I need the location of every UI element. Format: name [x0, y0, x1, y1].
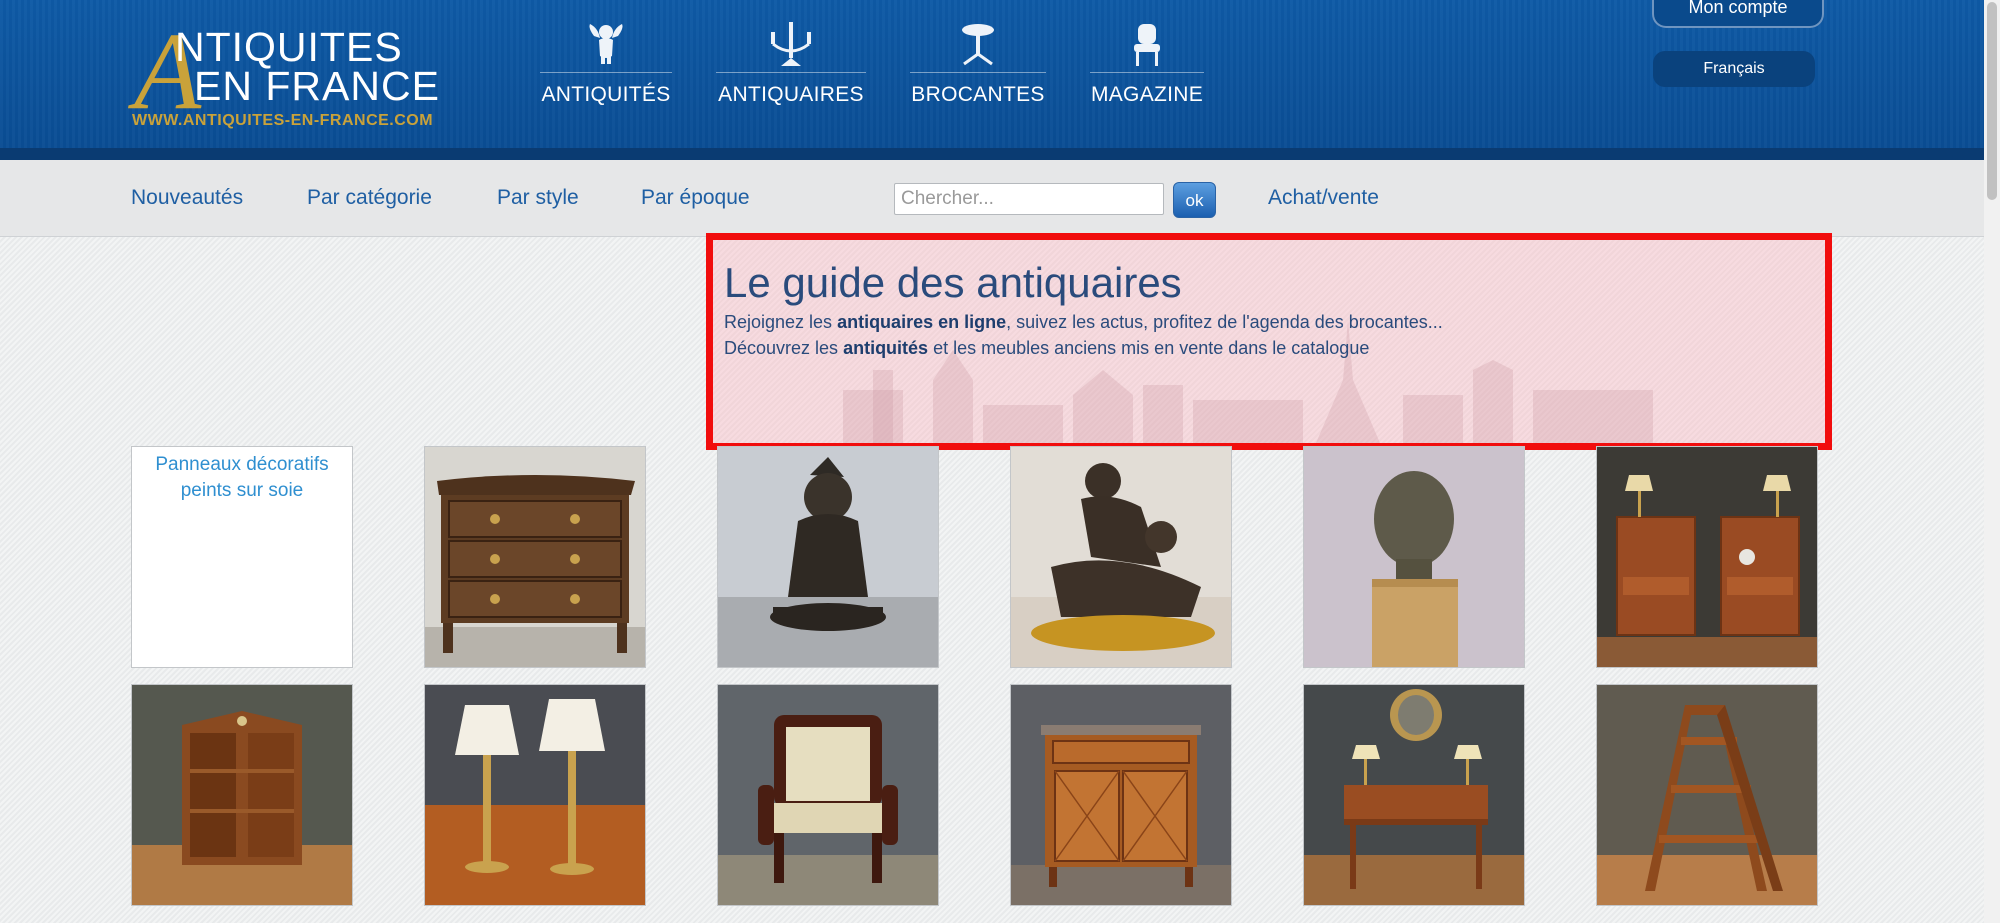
table-lamps-image: [425, 685, 645, 905]
guide-line-2-end: et les meubles anciens mis en vente dans…: [928, 338, 1370, 358]
nav-label: ANTIQUAIRES: [718, 83, 864, 106]
product-card[interactable]: [1303, 684, 1525, 906]
nav-label: ANTIQUITÉS: [541, 83, 671, 106]
logo-line-2: EN FRANCE: [194, 63, 440, 109]
link-antiquaires-en-ligne[interactable]: antiquaires en ligne: [837, 312, 1006, 332]
guide-line-1-end: , suivez les actus, profitez de l'agenda…: [1006, 312, 1443, 332]
cherub-icon: [589, 24, 623, 64]
site-logo[interactable]: A NTIQUITES EN FRANCE WWW.ANTIQUITES-EN-…: [130, 16, 450, 134]
secondary-nav: Nouveautés Par catégorie Par style Par é…: [0, 160, 1984, 237]
nav-divider: [716, 72, 866, 73]
link-par-categorie[interactable]: Par catégorie: [307, 186, 432, 210]
armchair-icon: [1134, 24, 1160, 66]
nav-divider: [910, 72, 1046, 73]
link-achat-vente[interactable]: Achat/vente: [1268, 186, 1379, 210]
nav-label: MAGAZINE: [1090, 83, 1204, 106]
nav-divider: [1090, 72, 1204, 73]
bronze-figure-image: [718, 447, 938, 667]
link-par-epoque[interactable]: Par époque: [641, 186, 750, 210]
nav-magazine[interactable]: MAGAZINE: [1090, 22, 1204, 112]
candelabra-icon: [771, 22, 811, 66]
search-input[interactable]: [894, 183, 1164, 215]
product-card[interactable]: [424, 446, 646, 668]
guide-title: Le guide des antiquaires: [724, 259, 1182, 306]
product-card[interactable]: [717, 446, 939, 668]
guide-line-2: Découvrez les antiquités et les meubles …: [724, 338, 1369, 359]
nightstands-image: [1597, 447, 1817, 667]
header-stripe: [0, 148, 1984, 160]
product-card[interactable]: [717, 684, 939, 906]
nav-brocantes[interactable]: BROCANTES: [910, 22, 1046, 112]
armchair-image: [718, 685, 938, 905]
link-nouveautes[interactable]: Nouveautés: [131, 186, 243, 210]
language-selector[interactable]: Français: [1653, 51, 1815, 87]
nav-divider: [540, 72, 672, 73]
guide-line-1-start: Rejoignez les: [724, 312, 838, 332]
guide-line-1: Rejoignez les antiquaires en ligne, suiv…: [724, 312, 1443, 333]
marquetry-cabinet-image: [1011, 685, 1231, 905]
search-submit-button[interactable]: ok: [1173, 182, 1216, 218]
revolving-bookcase-image: [132, 685, 352, 905]
main-nav: ANTIQUITÉS ANTIQUAIRES BROCANTES MAGAZIN…: [540, 22, 1248, 112]
product-card[interactable]: [424, 684, 646, 906]
writing-desk-image: [1304, 685, 1524, 905]
nav-antiquaires[interactable]: ANTIQUAIRES: [716, 22, 866, 112]
product-card[interactable]: [131, 684, 353, 906]
scrollbar-thumb[interactable]: [1987, 2, 1997, 200]
product-card[interactable]: [1010, 684, 1232, 906]
product-card[interactable]: [1596, 684, 1818, 906]
link-par-style[interactable]: Par style: [497, 186, 579, 210]
product-card[interactable]: [1010, 446, 1232, 668]
guide-banner: Le guide des antiquaires Rejoignez les a…: [706, 233, 1832, 450]
logo-url: WWW.ANTIQUITES-EN-FRANCE.COM: [132, 112, 434, 129]
pedestal-table-icon: [962, 24, 994, 66]
nav-label: BROCANTES: [911, 83, 1045, 106]
guide-line-2-start: Découvrez les: [724, 338, 844, 358]
site-header: A NTIQUITES EN FRANCE WWW.ANTIQUITES-EN-…: [0, 0, 1984, 148]
broken-image-alt: Panneaux décoratifs peints sur soie: [155, 454, 329, 501]
link-antiquites[interactable]: antiquités: [843, 338, 928, 358]
commode-image: [425, 447, 645, 667]
library-ladder-image: [1597, 685, 1817, 905]
bronze-cherubs-image: [1011, 447, 1231, 667]
product-card[interactable]: [1596, 446, 1818, 668]
logo-line-1: NTIQUITES: [175, 24, 403, 70]
account-button[interactable]: Mon compte: [1652, 0, 1824, 28]
product-card[interactable]: [1303, 446, 1525, 668]
nav-antiquites[interactable]: ANTIQUITÉS: [540, 22, 672, 112]
product-card-broken-image[interactable]: Panneaux décoratifs peints sur soie: [131, 446, 353, 668]
bronze-head-image: [1304, 447, 1524, 667]
